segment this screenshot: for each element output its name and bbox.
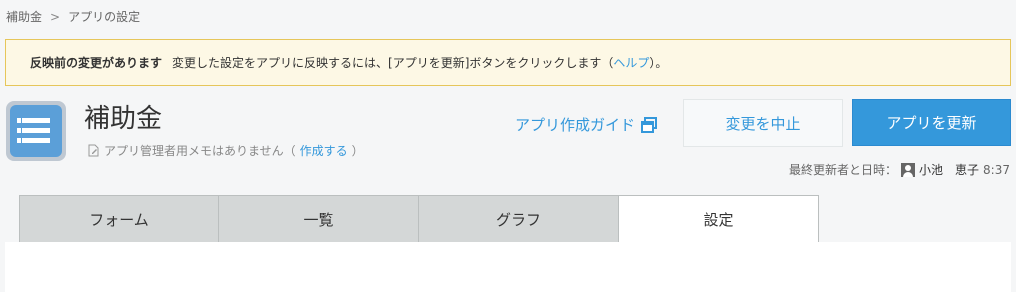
last-updated-info: 最終更新者と日時： 小池 恵子 8:37	[789, 161, 1010, 178]
last-updated-user[interactable]: 小池 恵子	[919, 161, 979, 178]
external-window-icon	[641, 116, 658, 133]
last-updated-time: 8:37	[983, 162, 1010, 177]
notice-message-end: ）。	[649, 56, 668, 70]
guide-label: アプリ作成ガイド	[515, 116, 636, 134]
tab-graph[interactable]: グラフ	[419, 195, 619, 242]
breadcrumb: 補助金 > アプリの設定	[6, 8, 140, 25]
cancel-changes-button[interactable]: 変更を中止	[683, 99, 843, 147]
user-icon	[901, 162, 916, 177]
pending-changes-notice: 反映前の変更があります 変更した設定をアプリに反映するには、[アプリを更新]ボタ…	[5, 39, 1011, 86]
settings-content-panel	[5, 242, 1011, 292]
tab-list[interactable]: 一覧	[219, 195, 419, 242]
breadcrumb-separator: >	[50, 9, 61, 24]
help-link[interactable]: ヘルプ	[613, 54, 649, 71]
settings-tabs: フォーム 一覧 グラフ 設定	[19, 195, 819, 243]
memo-edit-icon	[88, 144, 99, 157]
app-creation-guide-link[interactable]: アプリ作成ガイド	[515, 114, 658, 135]
tab-form[interactable]: フォーム	[19, 195, 219, 242]
app-memo: アプリ管理者用メモはありません（ 作成する）	[87, 142, 364, 159]
breadcrumb-item-settings: アプリの設定	[68, 10, 141, 24]
app-icon	[6, 101, 66, 161]
app-title: 補助金	[84, 104, 163, 134]
create-memo-link[interactable]: 作成する	[300, 142, 348, 159]
last-updated-label: 最終更新者と日時：	[789, 163, 898, 177]
memo-close: ）	[351, 144, 364, 158]
memo-text: アプリ管理者用メモはありません（	[104, 144, 296, 158]
update-app-button[interactable]: アプリを更新	[852, 99, 1011, 146]
breadcrumb-item-app[interactable]: 補助金	[6, 8, 42, 25]
notice-message: 変更した設定をアプリに反映するには、[アプリを更新]ボタンをクリックします（	[172, 56, 614, 70]
tab-settings[interactable]: 設定	[619, 195, 819, 243]
notice-title: 反映前の変更があります	[30, 56, 163, 70]
